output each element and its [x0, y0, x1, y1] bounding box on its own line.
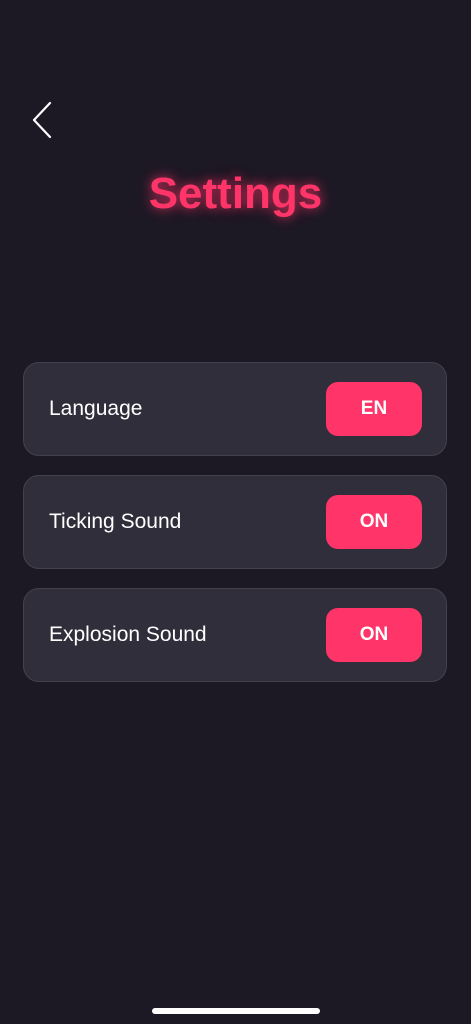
setting-row-ticking-sound: Ticking Sound ON	[23, 475, 447, 569]
ticking-sound-toggle[interactable]: ON	[326, 495, 422, 549]
setting-row-explosion-sound: Explosion Sound ON	[23, 588, 447, 682]
ticking-sound-label: Ticking Sound	[49, 510, 182, 533]
back-button[interactable]	[24, 98, 60, 142]
language-label: Language	[49, 397, 143, 420]
language-button[interactable]: EN	[326, 382, 422, 436]
settings-list: Language EN Ticking Sound ON Explosion S…	[23, 362, 447, 701]
explosion-sound-toggle[interactable]: ON	[326, 608, 422, 662]
setting-row-language: Language EN	[23, 362, 447, 456]
explosion-sound-label: Explosion Sound	[49, 623, 207, 646]
chevron-left-icon	[32, 101, 52, 139]
page-title: Settings	[148, 169, 323, 218]
home-indicator	[152, 1008, 320, 1014]
